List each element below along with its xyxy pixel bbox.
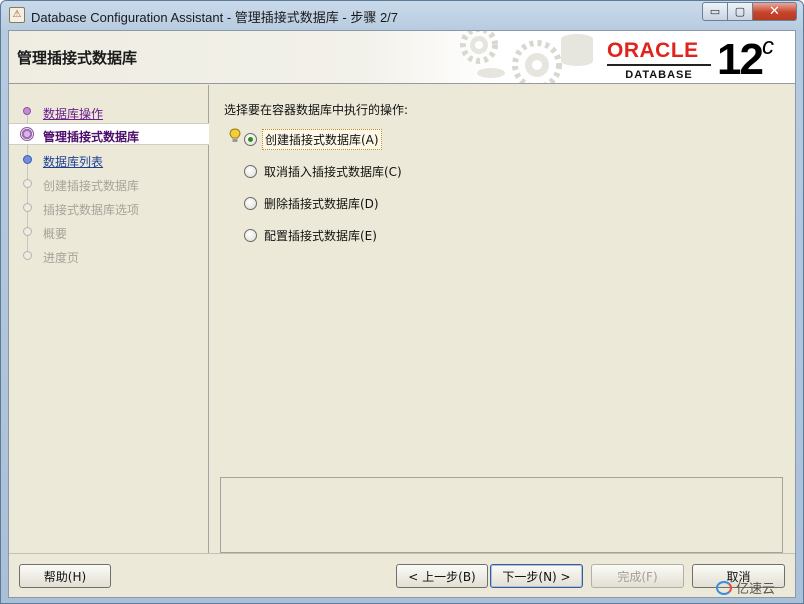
main-panel: 选择要在容器数据库中执行的操作: 创建插接式数据库(A) 取消插入插接式数据库(… xyxy=(210,85,795,553)
nav-step-label: 管理插接式数据库 xyxy=(43,130,140,144)
option-label[interactable]: 删除插接式数据库(D) xyxy=(262,194,381,213)
java-app-icon: ⚠ xyxy=(9,7,25,23)
nav-step-label: 数据库列表 xyxy=(43,155,104,169)
option-configure-pdb[interactable]: 配置插接式数据库(E) xyxy=(244,225,379,245)
nav-step-database-list[interactable]: 数据库列表 xyxy=(9,149,209,171)
option-unplug-pdb[interactable]: 取消插入插接式数据库(C) xyxy=(244,161,404,181)
oracle-brand-text: ORACLE xyxy=(607,39,699,62)
dbca-window: ⚠ Database Configuration Assistant - 管理插… xyxy=(0,0,804,604)
step-current-icon xyxy=(20,127,34,141)
nav-step-manage-pdb[interactable]: 管理插接式数据库 xyxy=(9,123,209,145)
page-title: 管理插接式数据库 xyxy=(17,49,138,67)
step-done-icon xyxy=(23,107,31,115)
footer-divider xyxy=(9,553,795,554)
window-title: Database Configuration Assistant - 管理插接式… xyxy=(31,10,399,25)
option-label[interactable]: 取消插入插接式数据库(C) xyxy=(262,162,404,181)
oracle-logo: ORACLE DATABASE xyxy=(607,40,715,81)
nav-step-label: 插接式数据库选项 xyxy=(43,203,140,217)
dialog-client-area: 管理插接式数据库 ORACLE DATABASE 12c 数据库操作 管理插接式… xyxy=(8,30,796,598)
maximize-button[interactable]: ▢ xyxy=(728,2,753,21)
nav-step-label: 数据库操作 xyxy=(43,107,104,121)
version-suffix: c xyxy=(761,33,774,61)
logo-divider xyxy=(607,64,711,66)
header-banner: 管理插接式数据库 ORACLE DATABASE 12c xyxy=(9,31,795,84)
description-panel xyxy=(220,477,783,553)
finish-button: 完成(F) xyxy=(591,564,684,588)
oracle-database-text: DATABASE xyxy=(625,69,693,81)
option-label[interactable]: 配置插接式数据库(E) xyxy=(262,226,379,245)
step-navigation: 数据库操作 管理插接式数据库 数据库列表 创建插接式数据库 插接式数据库选项 概… xyxy=(9,85,209,553)
step-pending-icon xyxy=(23,179,32,188)
version-number: 12 xyxy=(717,35,764,84)
help-button[interactable]: 帮助(H) xyxy=(19,564,111,588)
nav-step-pdb-options: 插接式数据库选项 xyxy=(9,197,209,219)
minimize-button[interactable]: ▭ xyxy=(702,2,728,21)
back-button[interactable]: < 上一步(B) xyxy=(396,564,488,588)
step-pending-icon xyxy=(23,203,32,212)
window-controls: ▭ ▢ ✕ xyxy=(702,2,797,21)
radio-create-pdb[interactable] xyxy=(244,132,257,146)
gears-decoration-icon xyxy=(460,31,593,83)
step-link-icon xyxy=(23,155,32,164)
radio-delete-pdb[interactable] xyxy=(244,196,257,210)
next-button[interactable]: 下一步(N) > xyxy=(490,564,583,588)
watermark-text: 亿速云 xyxy=(736,582,776,597)
nav-step-summary: 概要 xyxy=(9,221,209,243)
option-create-pdb[interactable]: 创建插接式数据库(A) xyxy=(244,128,382,150)
watermark-logo-icon xyxy=(716,580,732,595)
option-delete-pdb[interactable]: 删除插接式数据库(D) xyxy=(244,193,381,213)
site-watermark: 亿速云 xyxy=(716,578,775,597)
radio-configure-pdb[interactable] xyxy=(244,228,257,242)
nav-step-label: 概要 xyxy=(43,227,68,241)
option-label[interactable]: 创建插接式数据库(A) xyxy=(262,128,382,150)
operation-prompt: 选择要在容器数据库中执行的操作: xyxy=(224,103,409,117)
nav-step-label: 创建插接式数据库 xyxy=(43,179,140,193)
nav-step-database-operation[interactable]: 数据库操作 xyxy=(9,101,209,123)
close-button[interactable]: ✕ xyxy=(753,2,797,21)
lightbulb-icon xyxy=(229,128,241,142)
nav-step-create-pdb: 创建插接式数据库 xyxy=(9,173,209,195)
nav-step-progress: 进度页 xyxy=(9,245,209,267)
step-pending-icon xyxy=(23,227,32,236)
nav-step-label: 进度页 xyxy=(43,251,80,265)
version-badge: 12c xyxy=(717,33,774,84)
title-bar[interactable]: ⚠ Database Configuration Assistant - 管理插… xyxy=(1,1,803,29)
radio-unplug-pdb[interactable] xyxy=(244,164,257,178)
step-pending-icon xyxy=(23,251,32,260)
